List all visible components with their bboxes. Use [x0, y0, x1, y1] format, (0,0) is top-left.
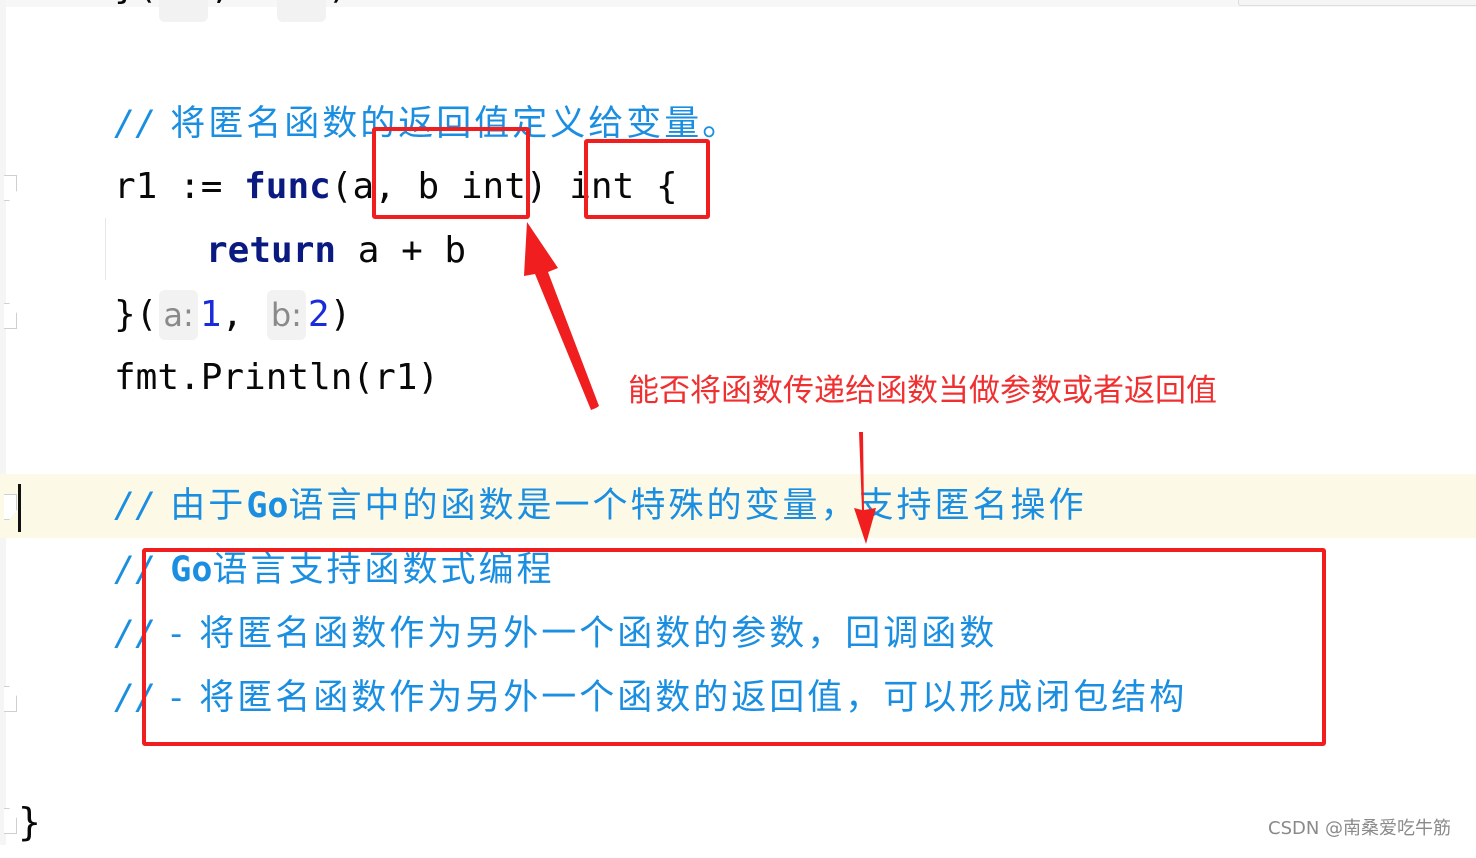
- arrow-up-icon: [524, 222, 599, 410]
- watermark: CSDN @南桑爱吃牛筋: [1268, 818, 1452, 839]
- annotation-arrows: [524, 222, 876, 544]
- arrow-down-icon: [854, 432, 876, 544]
